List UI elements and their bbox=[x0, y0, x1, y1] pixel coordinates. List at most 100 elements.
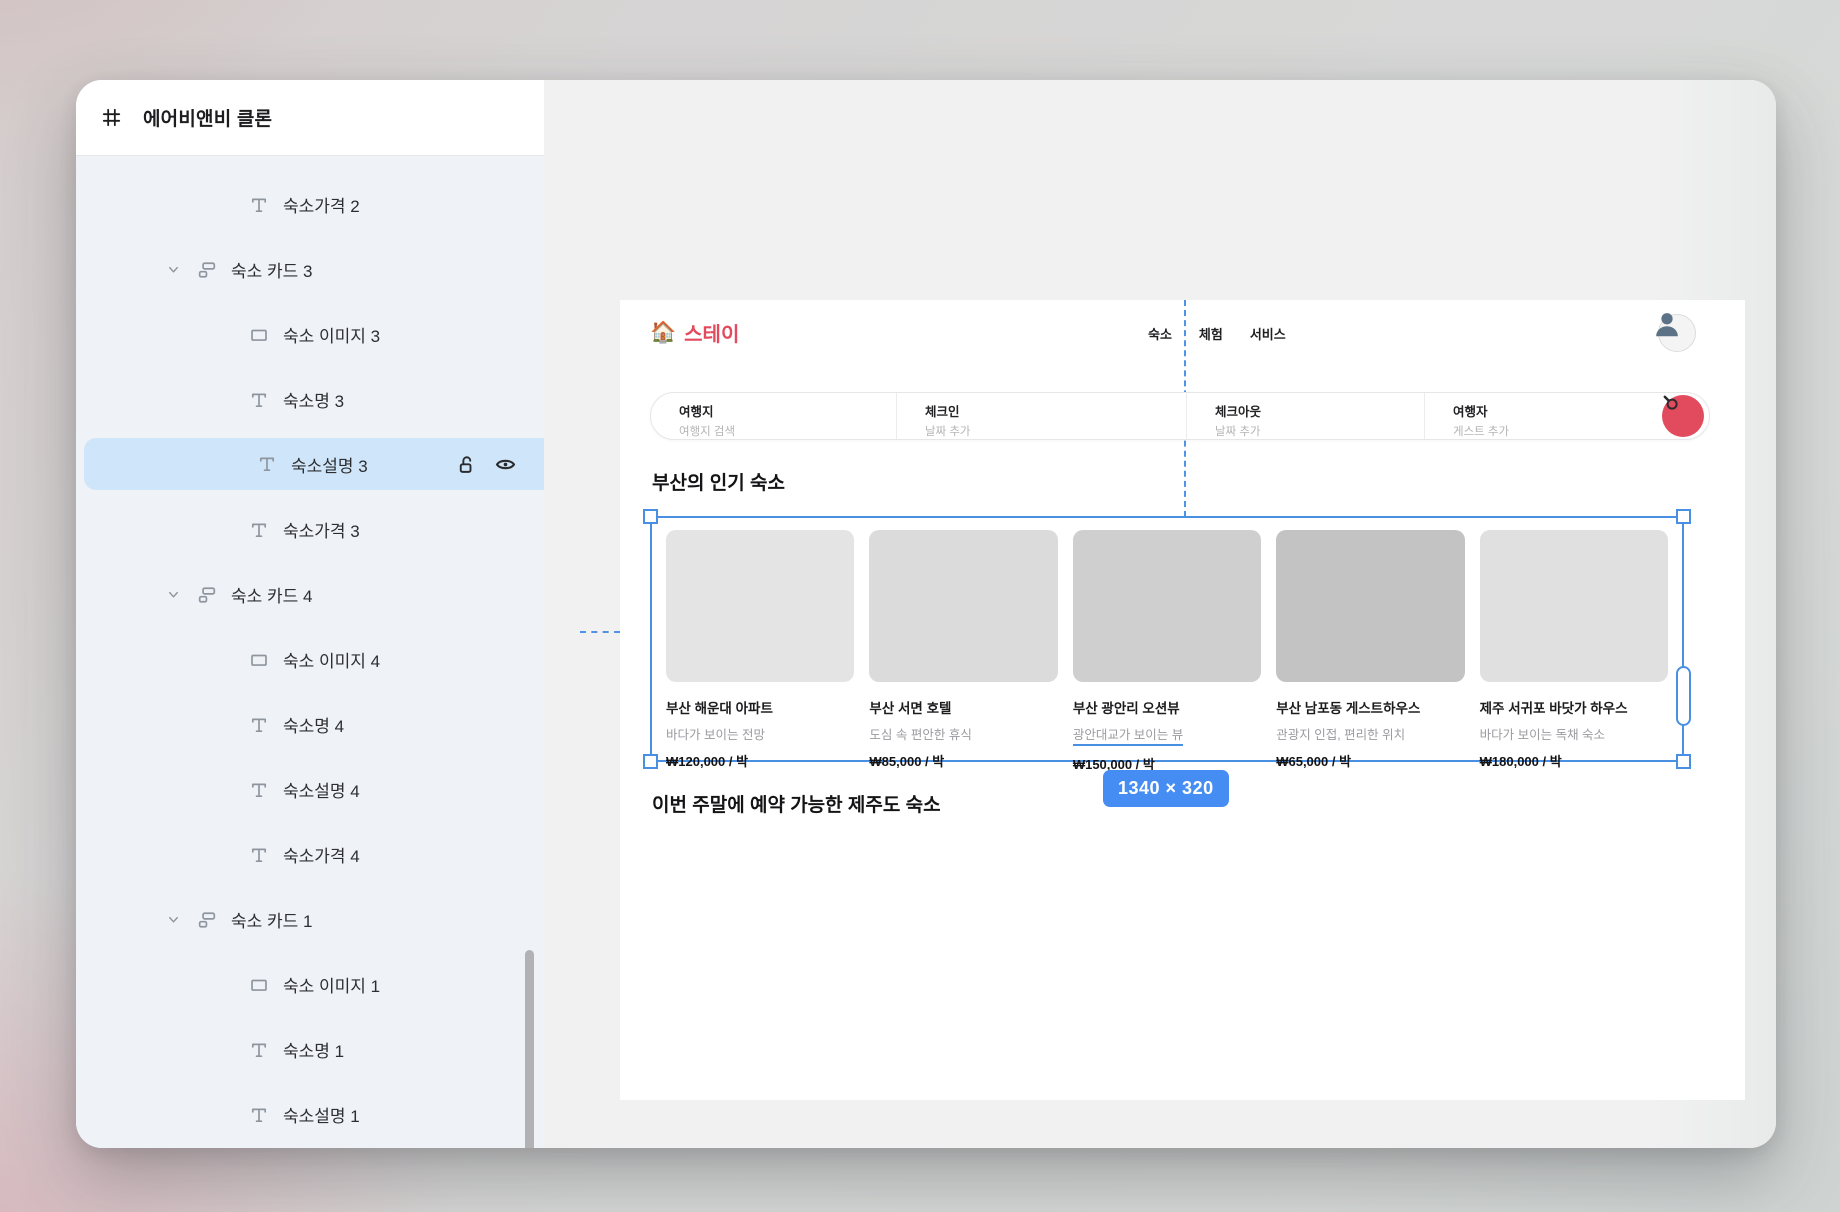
text-layer-icon bbox=[250, 781, 268, 799]
listing-card[interactable]: 부산 해운대 아파트 바다가 보이는 전망 ₩120,000 / 박 bbox=[666, 530, 855, 773]
listing-cards-row: 부산 해운대 아파트 바다가 보이는 전망 ₩120,000 / 박 부산 서면… bbox=[666, 530, 1669, 773]
chevron-down-icon[interactable] bbox=[166, 587, 181, 602]
text-layer-icon bbox=[250, 521, 268, 539]
listing-price[interactable]: ₩85,000 / 박 bbox=[869, 751, 1057, 770]
layer-row[interactable]: 숙소 이미지 3 bbox=[76, 302, 544, 367]
layer-name: 숙소 이미지 3 bbox=[283, 327, 381, 346]
layer-row[interactable]: 숙소 카드 3 bbox=[76, 237, 544, 302]
layer-row[interactable]: 숙소설명 1 bbox=[76, 1082, 544, 1147]
listing-description[interactable]: 바다가 보이는 전망 bbox=[666, 724, 854, 743]
search-button[interactable] bbox=[1662, 395, 1704, 437]
selection-handle-right-edge[interactable] bbox=[1676, 666, 1691, 726]
selection-handle-top-left[interactable] bbox=[643, 509, 658, 524]
chevron-down-icon[interactable] bbox=[166, 262, 181, 277]
text-layer-icon bbox=[250, 196, 268, 214]
sidebar-scrollbar[interactable] bbox=[525, 950, 534, 1148]
listing-description[interactable]: 바다가 보이는 독채 숙소 bbox=[1480, 724, 1668, 743]
nav-item-experiences[interactable]: 체험 bbox=[1199, 324, 1223, 343]
canvas-area[interactable]: 에어비앤비 클론 🏠 스테이 숙소 체험 서비스 bbox=[544, 80, 1776, 1148]
listing-name[interactable]: 제주 서귀포 바닷가 하우스 bbox=[1480, 697, 1668, 717]
listing-card[interactable]: 제주 서귀포 바닷가 하우스 바다가 보이는 독채 숙소 ₩180,000 / … bbox=[1479, 530, 1669, 773]
eye-icon[interactable] bbox=[495, 454, 516, 475]
text-layer-icon bbox=[258, 455, 276, 473]
layer-actions bbox=[456, 454, 544, 475]
design-header: 🏠 스테이 숙소 체험 서비스 bbox=[620, 300, 1745, 364]
layer-row[interactable]: 숙소명 4 bbox=[76, 692, 544, 757]
section-title-jeju[interactable]: 이번 주말에 예약 가능한 제주도 숙소 bbox=[652, 790, 941, 817]
rectangle-icon bbox=[250, 651, 268, 669]
design-tool-window: 에어비앤비 클론 숙소가격 2 숙소 카드 3 숙소 이미지 3 숙소명 3 숙… bbox=[76, 80, 1776, 1148]
layer-row[interactable]: 숙소가격 4 bbox=[76, 822, 544, 887]
listing-image-placeholder[interactable] bbox=[1072, 530, 1262, 682]
design-frame[interactable]: 🏠 스테이 숙소 체험 서비스 여행지 여행지 검색 체크인 날짜 추가 체크아… bbox=[580, 300, 1745, 1100]
layer-name: 숙소설명 3 bbox=[291, 456, 368, 476]
selection-handle-top-right[interactable] bbox=[1676, 509, 1691, 524]
listing-description[interactable]: 광안대교가 보이는 뷰 bbox=[1072, 724, 1261, 746]
text-layer-icon bbox=[250, 1041, 268, 1059]
layer-row[interactable]: 숙소가격 2 bbox=[76, 172, 544, 237]
logo-text: 스테이 bbox=[684, 324, 740, 346]
layer-row[interactable]: 숙소명 1 bbox=[76, 1017, 544, 1082]
design-nav: 숙소 체험 서비스 bbox=[1148, 324, 1286, 343]
stay-logo[interactable]: 🏠 스테이 bbox=[650, 318, 739, 347]
person-icon bbox=[1656, 313, 1678, 337]
listing-description[interactable]: 관광지 인접, 편리한 위치 bbox=[1276, 724, 1464, 743]
layer-row[interactable]: 숙소가격 3 bbox=[76, 497, 544, 562]
selection-handle-bottom-left[interactable] bbox=[643, 754, 658, 769]
layer-name: 숙소설명 1 bbox=[283, 1107, 360, 1126]
alignment-guide-horizontal bbox=[580, 631, 620, 633]
layer-name: 숙소가격 3 bbox=[283, 522, 360, 541]
listing-image-placeholder[interactable] bbox=[1479, 530, 1669, 682]
nav-item-stays[interactable]: 숙소 bbox=[1148, 324, 1172, 343]
selection-box[interactable]: 부산 해운대 아파트 바다가 보이는 전망 ₩120,000 / 박 부산 서면… bbox=[643, 509, 1691, 772]
layer-name: 숙소명 3 bbox=[283, 392, 345, 411]
field-label: 여행지 bbox=[679, 405, 714, 419]
search-field-checkout[interactable]: 체크아웃 날짜 추가 bbox=[1186, 393, 1424, 439]
search-field-destination[interactable]: 여행지 여행지 검색 bbox=[651, 393, 896, 439]
listing-price[interactable]: ₩180,000 / 박 bbox=[1480, 751, 1668, 770]
text-layer-icon bbox=[250, 716, 268, 734]
layer-row[interactable]: 숙소설명 3 bbox=[84, 438, 544, 490]
listing-card[interactable]: 부산 서면 호텔 도심 속 편안한 휴식 ₩85,000 / 박 bbox=[869, 530, 1058, 773]
search-bar[interactable]: 여행지 여행지 검색 체크인 날짜 추가 체크아웃 날짜 추가 여행자 게스트 … bbox=[650, 392, 1710, 440]
group-icon bbox=[198, 261, 216, 279]
unlock-icon[interactable] bbox=[456, 455, 475, 474]
listing-name[interactable]: 부산 남포동 게스트하우스 bbox=[1276, 697, 1464, 717]
layer-row[interactable]: 숙소 카드 1 bbox=[76, 887, 544, 952]
frame-icon bbox=[102, 108, 121, 127]
layer-row[interactable]: 숙소 카드 4 bbox=[76, 562, 544, 627]
section-title-busan[interactable]: 부산의 인기 숙소 bbox=[652, 468, 785, 495]
listing-description[interactable]: 도심 속 편안한 휴식 bbox=[869, 724, 1057, 743]
layer-name: 숙소가격 2 bbox=[283, 197, 360, 216]
layer-row[interactable]: 숙소 이미지 1 bbox=[76, 952, 544, 1017]
listing-name[interactable]: 부산 해운대 아파트 bbox=[666, 697, 854, 717]
layer-name: 숙소 카드 3 bbox=[231, 262, 313, 281]
layer-name: 숙소설명 4 bbox=[283, 782, 360, 801]
listing-image-placeholder[interactable] bbox=[666, 530, 855, 682]
rectangle-icon bbox=[250, 976, 268, 994]
listing-image-placeholder[interactable] bbox=[869, 530, 1058, 682]
listing-card[interactable]: 부산 광안리 오션뷰 광안대교가 보이는 뷰 ₩150,000 / 박 bbox=[1072, 530, 1262, 773]
selection-handle-bottom-right[interactable] bbox=[1676, 754, 1691, 769]
rectangle-icon bbox=[250, 326, 268, 344]
search-field-checkin[interactable]: 체크인 날짜 추가 bbox=[896, 393, 1186, 439]
layer-name: 숙소 이미지 4 bbox=[283, 652, 381, 671]
layer-row[interactable]: 숙소 이미지 4 bbox=[76, 627, 544, 692]
layer-name: 숙소가격 4 bbox=[283, 847, 360, 866]
listing-price[interactable]: ₩65,000 / 박 bbox=[1276, 751, 1464, 770]
layer-name: 숙소명 1 bbox=[283, 1042, 345, 1061]
field-placeholder: 날짜 추가 bbox=[925, 426, 971, 438]
nav-item-services[interactable]: 서비스 bbox=[1250, 324, 1286, 343]
layers-list: 숙소가격 2 숙소 카드 3 숙소 이미지 3 숙소명 3 숙소설명 3 숙소가… bbox=[76, 156, 544, 1148]
listing-card[interactable]: 부산 남포동 게스트하우스 관광지 인접, 편리한 위치 ₩65,000 / 박 bbox=[1276, 530, 1465, 773]
listing-name[interactable]: 부산 서면 호텔 bbox=[869, 697, 1057, 717]
layer-row[interactable]: 숙소명 3 bbox=[76, 367, 544, 432]
listing-price[interactable]: ₩120,000 / 박 bbox=[666, 751, 854, 770]
listing-image-placeholder[interactable] bbox=[1276, 530, 1465, 682]
layer-row[interactable]: 숙소설명 4 bbox=[76, 757, 544, 822]
listing-name[interactable]: 부산 광안리 오션뷰 bbox=[1073, 697, 1261, 717]
avatar[interactable] bbox=[1656, 313, 1696, 352]
layers-panel: 에어비앤비 클론 숙소가격 2 숙소 카드 3 숙소 이미지 3 숙소명 3 숙… bbox=[76, 80, 544, 1148]
selection-size-badge: 1340 × 320 bbox=[1103, 770, 1229, 807]
chevron-down-icon[interactable] bbox=[166, 912, 181, 927]
